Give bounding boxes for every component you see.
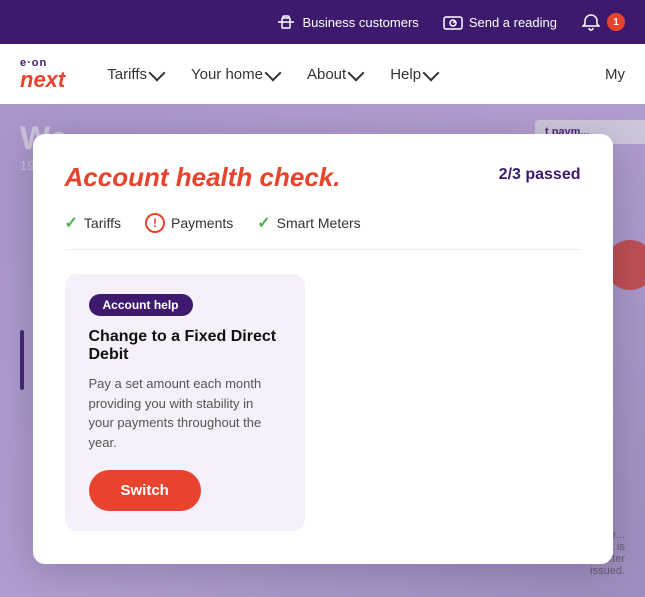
check-smart-meters: ✓ Smart Meters (257, 213, 360, 233)
check-tariffs: ✓ Tariffs (65, 213, 122, 233)
payment-warn-icon: ! (145, 213, 165, 233)
tariffs-chevron-icon (148, 64, 165, 81)
passed-badge: 2/3 passed (499, 166, 581, 184)
send-reading-link[interactable]: Send a reading (443, 12, 557, 32)
switch-button[interactable]: Switch (89, 470, 201, 511)
notifications-link[interactable]: 1 (581, 12, 625, 32)
checks-row: ✓ Tariffs ! Payments ✓ Smart Meters (65, 213, 581, 250)
modal-overlay: Account health check. 2/3 passed ✓ Tarif… (0, 104, 645, 597)
top-bar: Business customers Send a reading 1 (0, 0, 645, 44)
tariff-pass-icon: ✓ (65, 213, 78, 233)
card-description: Pay a set amount each month providing yo… (89, 374, 281, 452)
your-home-label: Your home (191, 66, 263, 83)
meter-icon (443, 12, 463, 32)
your-home-chevron-icon (264, 64, 281, 81)
help-chevron-icon (423, 64, 440, 81)
business-customers-link[interactable]: Business customers (276, 12, 418, 32)
modal-header: Account health check. 2/3 passed (65, 162, 581, 193)
notification-count: 1 (607, 13, 625, 31)
tariff-check-label: Tariffs (84, 215, 121, 231)
logo-next-text: next (20, 69, 65, 91)
smart-meter-check-label: Smart Meters (277, 215, 361, 231)
card-title: Change to a Fixed Direct Debit (89, 328, 281, 364)
account-help-card: Account help Change to a Fixed Direct De… (65, 274, 305, 531)
about-label: About (307, 66, 346, 83)
smart-meter-pass-icon: ✓ (257, 213, 270, 233)
business-customers-label: Business customers (302, 15, 418, 30)
nav-bar: e·on next Tariffs Your home About Help M… (0, 44, 645, 104)
tariffs-label: Tariffs (107, 66, 147, 83)
nav-items: Tariffs Your home About Help (95, 58, 605, 91)
nav-help[interactable]: Help (378, 58, 449, 91)
modal-title: Account health check. (65, 162, 341, 193)
payment-check-label: Payments (171, 215, 233, 231)
send-reading-label: Send a reading (469, 15, 557, 30)
nav-tariffs[interactable]: Tariffs (95, 58, 175, 91)
briefcase-icon (276, 12, 296, 32)
about-chevron-icon (348, 64, 365, 81)
check-payments: ! Payments (145, 213, 233, 233)
nav-your-home[interactable]: Your home (179, 58, 291, 91)
nav-about[interactable]: About (295, 58, 374, 91)
logo[interactable]: e·on next (20, 57, 65, 91)
account-health-modal: Account health check. 2/3 passed ✓ Tarif… (33, 134, 613, 564)
nav-my[interactable]: My (605, 66, 625, 83)
account-help-badge: Account help (89, 294, 193, 316)
help-label: Help (390, 66, 421, 83)
my-label: My (605, 66, 625, 83)
bell-icon (581, 12, 601, 32)
